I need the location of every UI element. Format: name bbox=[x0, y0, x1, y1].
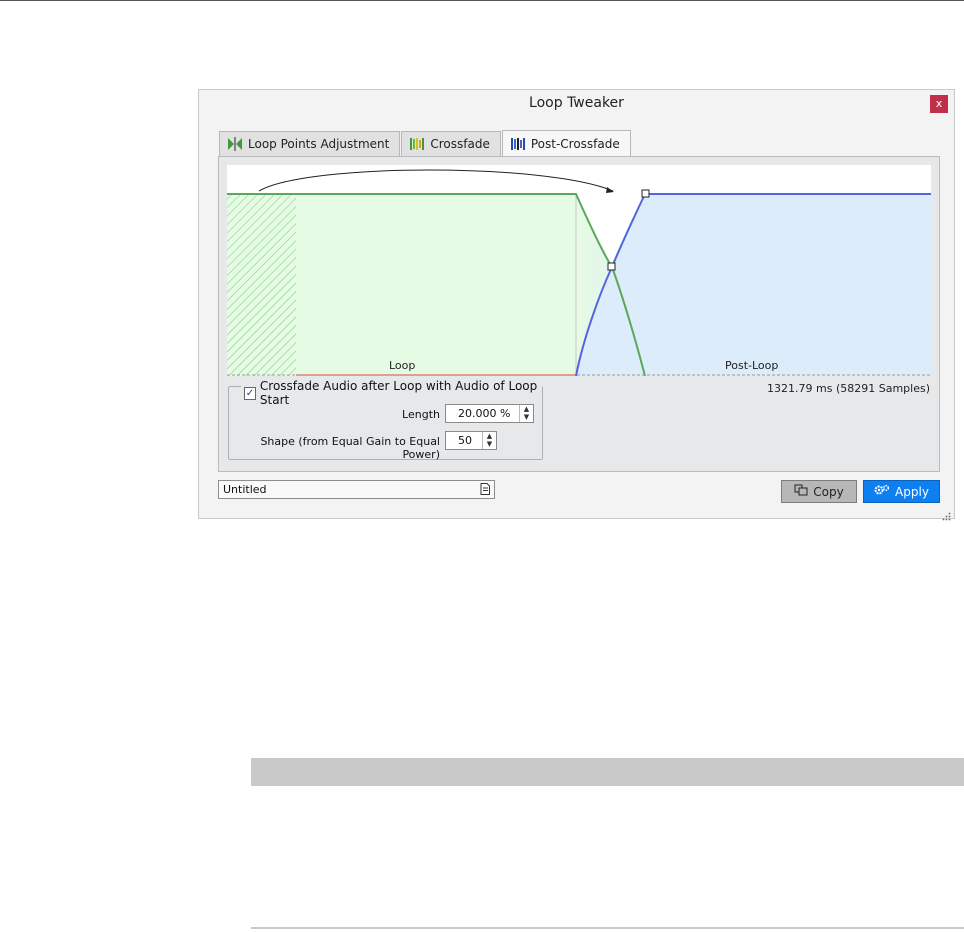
tab-post-crossfade[interactable]: Post-Crossfade bbox=[501, 130, 631, 157]
resize-grip-icon[interactable] bbox=[942, 506, 951, 521]
shape-value[interactable]: 50 bbox=[458, 434, 472, 447]
apply-label: Apply bbox=[895, 484, 929, 499]
crossfade-checkbox-row[interactable]: ✓ Crossfade Audio after Loop with Audio … bbox=[241, 379, 542, 407]
duration-readout: 1321.79 ms (58291 Samples) bbox=[767, 382, 930, 395]
tab-bar: Loop Points Adjustment Crossfade Post-Cr… bbox=[219, 130, 632, 157]
length-stepper-arrows[interactable]: ▲ ▼ bbox=[519, 405, 533, 422]
crossfade-midpoint-handle[interactable] bbox=[607, 262, 616, 271]
gears-icon bbox=[874, 484, 890, 499]
dialog-title: Loop Tweaker bbox=[529, 95, 624, 111]
crossfade-checkbox-label[interactable]: Crossfade Audio after Loop with Audio of… bbox=[260, 379, 539, 407]
shape-stepper-arrows[interactable]: ▲ ▼ bbox=[482, 432, 496, 449]
post-loop-region bbox=[576, 194, 931, 376]
fade-end-handle[interactable] bbox=[641, 189, 650, 198]
copy-label: Copy bbox=[813, 484, 844, 499]
copy-icon bbox=[794, 484, 808, 499]
crossfade-checkbox[interactable]: ✓ bbox=[244, 386, 256, 400]
tab-label: Post-Crossfade bbox=[530, 137, 620, 151]
post-crossfade-panel: Loop Post-Loop 1321.79 ms (58291 Samples… bbox=[218, 156, 940, 472]
length-stepper[interactable]: 20.000 % ▲ ▼ bbox=[445, 404, 534, 423]
page-table-header-bar bbox=[251, 758, 964, 786]
length-label: Length bbox=[402, 408, 440, 421]
tab-loop-points-adjustment[interactable]: Loop Points Adjustment bbox=[219, 131, 401, 156]
page-bottom-rule bbox=[251, 927, 964, 929]
crossfade-icon bbox=[409, 137, 425, 151]
loop-start-hatch bbox=[227, 194, 296, 376]
shape-stepper[interactable]: 50 ▲ ▼ bbox=[445, 431, 497, 450]
tab-crossfade[interactable]: Crossfade bbox=[401, 131, 501, 156]
loop-arrow-head bbox=[606, 187, 614, 193]
tab-label: Loop Points Adjustment bbox=[248, 137, 390, 151]
loop-points-icon bbox=[227, 137, 243, 151]
copy-button[interactable]: Copy bbox=[781, 480, 857, 503]
crossfade-graph[interactable]: Loop Post-Loop bbox=[227, 165, 931, 376]
apply-button[interactable]: Apply bbox=[863, 480, 940, 503]
preset-value[interactable]: Untitled bbox=[223, 483, 267, 496]
post-crossfade-icon bbox=[510, 137, 526, 151]
close-button[interactable]: x bbox=[930, 95, 948, 113]
loop-tweaker-dialog: Loop Tweaker x Loop Points Adjustment Cr… bbox=[198, 89, 955, 521]
page-top-rule bbox=[0, 0, 964, 1]
length-value[interactable]: 20.000 % bbox=[458, 407, 510, 420]
shape-label: Shape (from Equal Gain to Equal Power) bbox=[260, 435, 440, 461]
preset-field[interactable]: Untitled bbox=[218, 480, 495, 499]
preset-menu-icon[interactable] bbox=[480, 483, 490, 495]
tab-label: Crossfade bbox=[430, 137, 490, 151]
crossfade-settings-group: ✓ Crossfade Audio after Loop with Audio … bbox=[228, 379, 543, 461]
loop-label: Loop bbox=[389, 359, 416, 372]
crossfade-graph-svg bbox=[227, 169, 931, 376]
loop-arrow bbox=[258, 169, 614, 192]
post-loop-label: Post-Loop bbox=[725, 359, 779, 372]
